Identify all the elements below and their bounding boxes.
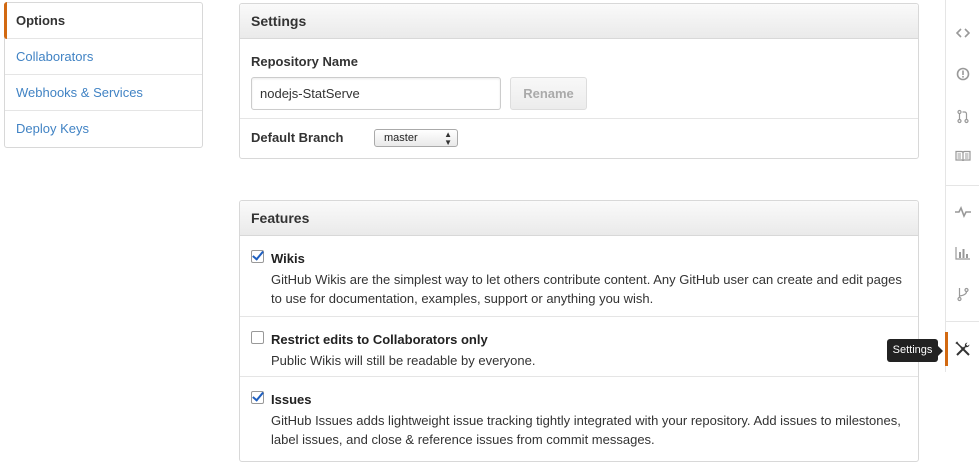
pulse-icon[interactable] xyxy=(946,197,979,227)
default-branch-select[interactable]: master ▲ ▼ xyxy=(374,129,458,147)
repo-name-row: Repository Name Rename xyxy=(240,39,918,119)
issues-checkbox[interactable] xyxy=(251,391,264,404)
features-panel: Features Wikis GitHub Wikis are the simp… xyxy=(239,200,919,462)
repo-name-input[interactable] xyxy=(251,77,501,110)
feature-issues: Issues GitHub Issues adds lightweight is… xyxy=(240,377,918,459)
restrict-edits-checkbox[interactable] xyxy=(251,331,264,344)
default-branch-value: master xyxy=(384,132,418,144)
nav-item-options[interactable]: Options xyxy=(4,2,202,39)
default-branch-row: Default Branch master ▲ ▼ xyxy=(240,119,918,157)
wikis-checkbox[interactable] xyxy=(251,250,264,263)
wiki-icon[interactable] xyxy=(946,141,979,171)
nav-item-collaborators[interactable]: Collaborators xyxy=(5,39,202,75)
settings-panel: Settings Repository Name Rename Default … xyxy=(239,3,919,159)
nav-item-webhooks-services[interactable]: Webhooks & Services xyxy=(5,75,202,111)
feature-restrict-edits: Restrict edits to Collaborators only Pub… xyxy=(240,317,918,377)
settings-icon[interactable] xyxy=(945,332,979,366)
code-icon[interactable] xyxy=(946,18,979,48)
repo-nav-rail xyxy=(945,0,979,372)
feature-title: Issues xyxy=(271,392,312,407)
rename-button[interactable]: Rename xyxy=(510,77,587,110)
repo-name-label: Repository Name xyxy=(251,54,358,69)
feature-description: GitHub Issues adds lightweight issue tra… xyxy=(271,413,901,447)
settings-tooltip: Settings xyxy=(887,339,943,362)
feature-wikis: Wikis GitHub Wikis are the simplest way … xyxy=(240,236,918,317)
settings-header: Settings xyxy=(240,4,918,39)
issues-icon[interactable] xyxy=(946,59,979,89)
feature-title: Wikis xyxy=(271,251,305,266)
nav-item-deploy-keys[interactable]: Deploy Keys xyxy=(5,111,202,147)
pull-request-icon[interactable] xyxy=(946,101,979,131)
network-icon[interactable] xyxy=(946,279,979,309)
features-header: Features xyxy=(240,201,918,236)
feature-description: GitHub Wikis are the simplest way to let… xyxy=(271,272,902,306)
feature-description: Public Wikis will still be readable by e… xyxy=(271,353,536,368)
select-arrows-icon: ▲ ▼ xyxy=(444,130,452,147)
feature-title: Restrict edits to Collaborators only xyxy=(271,332,488,347)
settings-nav: Options Collaborators Webhooks & Service… xyxy=(4,2,203,148)
graphs-icon[interactable] xyxy=(946,238,979,268)
default-branch-label: Default Branch xyxy=(251,130,344,145)
